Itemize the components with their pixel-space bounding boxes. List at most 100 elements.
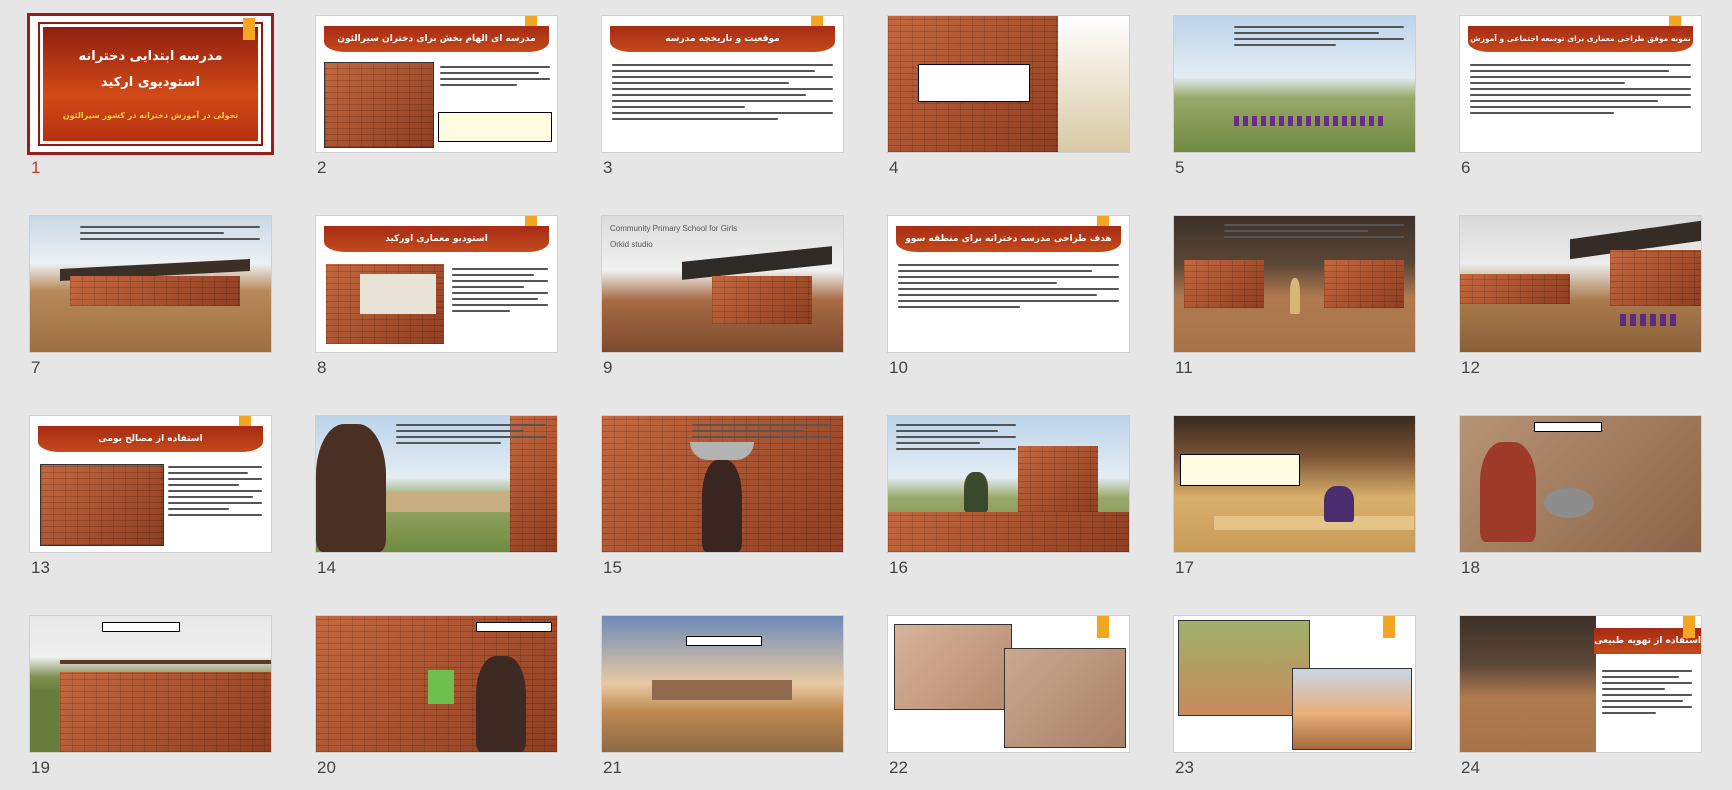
slide-number: 13 [31, 558, 50, 577]
slide-thumbnail-5[interactable]: 5 [1174, 16, 1415, 177]
slide-thumbnail-10[interactable]: هدف طراحی مدرسه دخترانه برای منطقه سوو 1… [888, 216, 1129, 377]
orange-tag [243, 18, 255, 40]
slide-thumbnail-15[interactable]: 15 [602, 416, 843, 577]
slide-13-preview[interactable]: استفاده از مصالح بومی [30, 416, 271, 552]
slide-15-preview[interactable] [602, 416, 843, 552]
slide-thumbnail-6[interactable]: نمونه موفق طراحی معماری برای توسعه اجتما… [1460, 16, 1701, 177]
slide-thumbnail-18[interactable]: 18 [1460, 416, 1701, 577]
slide-number: 11 [1175, 358, 1193, 377]
slide-thumbnail-12[interactable]: 12 [1460, 216, 1701, 377]
slide-thumbnail-21[interactable]: 21 [602, 616, 843, 777]
slide-22-preview[interactable] [888, 616, 1129, 752]
orange-tag [1683, 616, 1695, 638]
brick-stack [888, 512, 1129, 552]
slide-14-preview[interactable] [316, 416, 557, 552]
slide-24-preview[interactable]: استفاده از تهویه طبیعی [1460, 616, 1701, 752]
slide-number: 23 [1175, 758, 1194, 777]
slide-6-preview[interactable]: نمونه موفق طراحی معماری برای توسعه اجتما… [1460, 16, 1701, 152]
slide-thumbnail-13[interactable]: استفاده از مصالح بومی 13 [30, 416, 271, 577]
slide-9-text-line1: Community Primary School for Girls [610, 224, 738, 233]
slide-thumbnail-7[interactable]: 7 [30, 216, 271, 377]
slide-thumbnail-19[interactable]: 19 [30, 616, 271, 777]
rebar-photo [1292, 668, 1412, 750]
slide-19-preview[interactable] [30, 616, 271, 752]
body-text-lines [1602, 666, 1692, 718]
corridor-photo [1058, 16, 1129, 152]
slide-17-preview[interactable] [1174, 416, 1415, 552]
slide-number: 21 [603, 758, 622, 777]
text-box [1180, 454, 1300, 486]
slide-thumbnail-2[interactable]: مدرسه ای الهام بخش برای دختران سیرالئون … [316, 16, 557, 177]
slide-11-preview[interactable] [1174, 216, 1415, 352]
slide-number: 7 [31, 358, 41, 377]
slide-number: 24 [1461, 758, 1480, 777]
slide-thumbnail-9[interactable]: Community Primary School for Girls Orkid… [602, 216, 843, 377]
slide-5-preview[interactable] [1174, 16, 1415, 152]
slide-number: 5 [1175, 158, 1185, 177]
slide-2-title: مدرسه ای الهام بخش برای دختران سیرالئون [324, 26, 549, 52]
worker-figure [476, 656, 526, 752]
worker-wall-photo [1178, 620, 1310, 716]
slide-thumbnail-1[interactable]: مدرسه ابتدایی دخترانه استودیوی ارکید تحو… [30, 16, 271, 177]
slide-number: 22 [889, 758, 908, 777]
plastering-photo [894, 624, 1012, 710]
right-wall [1324, 260, 1404, 308]
orange-tag [1097, 616, 1109, 638]
slide-16-preview[interactable] [888, 416, 1129, 552]
slide-2-preview[interactable]: مدرسه ای الهام بخش برای دختران سیرالئون [316, 16, 557, 152]
scaffold-beam [60, 660, 271, 664]
slide-thumbnail-20[interactable]: 20 [316, 616, 557, 777]
brick-wall [60, 672, 271, 752]
worker-figure [316, 424, 386, 552]
slide-number: 2 [317, 158, 327, 177]
slide-6-title: نمونه موفق طراحی معماری برای توسعه اجتما… [1468, 26, 1693, 52]
body-text-lines [1224, 220, 1404, 242]
body-text-lines [396, 420, 546, 448]
slide-thumbnail-23[interactable]: 23 [1174, 616, 1415, 777]
slide-9-preview[interactable]: Community Primary School for Girls Orkid… [602, 216, 843, 352]
slide-23-preview[interactable] [1174, 616, 1415, 752]
slide-12-preview[interactable] [1460, 216, 1701, 352]
slide-thumbnail-3[interactable]: موقعیت و تاریخچه مدرسه 3 [602, 16, 843, 177]
slide-8-preview[interactable]: استودیو معماری اورکید [316, 216, 557, 352]
slide-18-preview[interactable] [1460, 416, 1701, 552]
plastered-wall-photo [1004, 648, 1126, 748]
slide-1-preview[interactable]: مدرسه ابتدایی دخترانه استودیوی ارکید تحو… [30, 16, 271, 152]
students-row [1620, 314, 1680, 326]
body-text-lines [896, 420, 1016, 454]
slide-number: 8 [317, 358, 327, 377]
slide-thumbnail-22[interactable]: 22 [888, 616, 1129, 777]
slide-10-preview[interactable]: هدف طراحی مدرسه دخترانه برای منطقه سوو [888, 216, 1129, 352]
slide-thumbnail-11[interactable]: 11 [1174, 216, 1415, 377]
slide-3-title: موقعیت و تاریخچه مدرسه [610, 26, 835, 52]
slide-8-title: استودیو معماری اورکید [324, 226, 549, 252]
slide-3-preview[interactable]: موقعیت و تاریخچه مدرسه [602, 16, 843, 152]
slide-thumbnail-16[interactable]: 16 [888, 416, 1129, 577]
caption-box [686, 636, 762, 646]
slide-thumbnail-14[interactable]: 14 [316, 416, 557, 577]
slide-thumbnail-17[interactable]: 17 [1174, 416, 1415, 577]
slide-thumbnail-4[interactable]: 4 [888, 16, 1129, 177]
slide-number: 4 [889, 158, 899, 177]
body-text-lines [80, 222, 260, 244]
slide-number: 12 [1461, 358, 1480, 377]
body-text-lines [452, 264, 548, 316]
slide-4-preview[interactable] [888, 16, 1129, 152]
slide-20-preview[interactable] [316, 616, 557, 752]
slide-21-preview[interactable] [602, 616, 843, 752]
slide-7-preview[interactable] [30, 216, 271, 352]
slide-1-subtitle: تحولی در آموزش دخترانه در کشور سیرالئون [62, 111, 239, 120]
slide-thumbnail-8[interactable]: استودیو معماری اورکید 8 [316, 216, 557, 377]
caption-box [102, 622, 180, 632]
slide-number: 14 [317, 558, 336, 577]
slide-number: 17 [1175, 558, 1194, 577]
basin [1544, 488, 1594, 518]
body-text-lines [1234, 22, 1404, 50]
body-text-lines [612, 60, 833, 124]
brick-pillars-photo [40, 464, 164, 546]
brick-wall [1018, 446, 1098, 512]
worker-figure [1480, 442, 1536, 542]
slide-thumbnail-24[interactable]: استفاده از تهویه طبیعی 24 [1460, 616, 1701, 777]
quote-box [438, 112, 552, 142]
brick-wall-left [1460, 274, 1570, 304]
